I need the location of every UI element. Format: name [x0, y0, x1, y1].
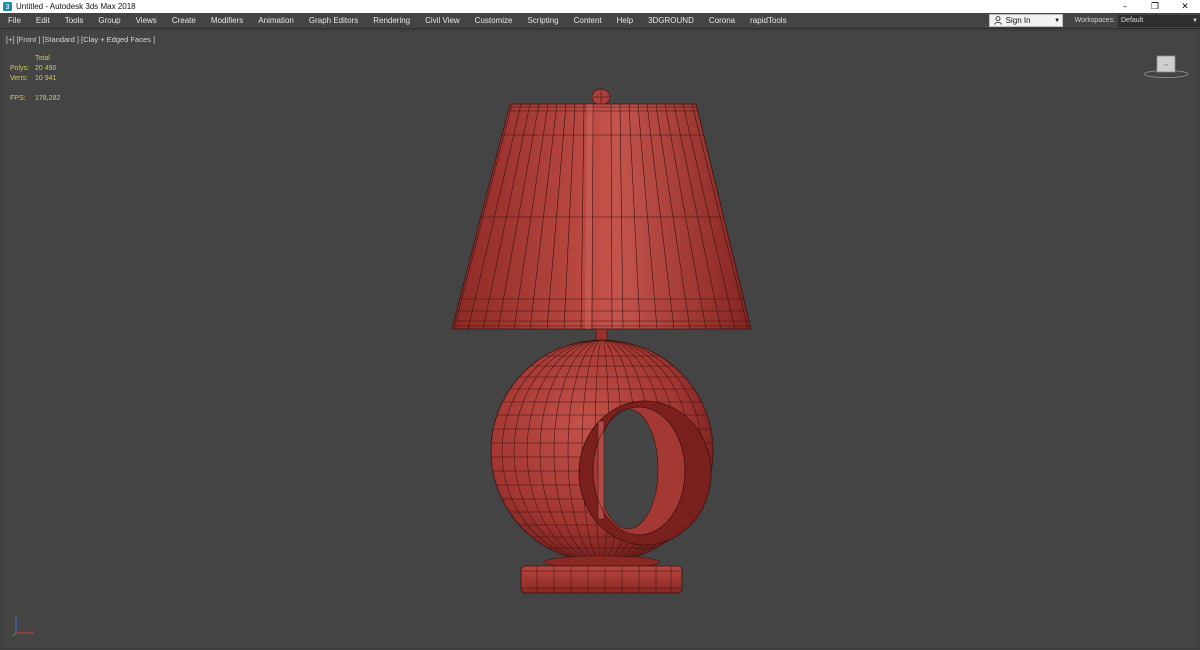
- menu-file[interactable]: File: [0, 16, 29, 25]
- chevron-down-icon: ▼: [1054, 17, 1061, 24]
- axis-tripod-icon: [10, 613, 40, 641]
- lamp-finial: [591, 88, 611, 106]
- menu-create[interactable]: Create: [165, 16, 204, 25]
- sign-in-label: Sign In: [1005, 16, 1031, 25]
- menu-customize[interactable]: Customize: [468, 16, 521, 25]
- viewcube-icon[interactable]: ▪▪▪: [1142, 53, 1190, 79]
- svg-text:3: 3: [6, 4, 10, 11]
- menu-content[interactable]: Content: [567, 16, 610, 25]
- menu-3dground[interactable]: 3DGROUND: [641, 16, 702, 25]
- title-bar: 3 Untitled - Autodesk 3ds Max 2018 – ❐ ✕: [0, 0, 1200, 13]
- menu-civil-view[interactable]: Civil View: [418, 16, 468, 25]
- menu-rendering[interactable]: Rendering: [366, 16, 418, 25]
- menu-tools[interactable]: Tools: [58, 16, 92, 25]
- menu-views[interactable]: Views: [129, 16, 165, 25]
- menu-animation[interactable]: Animation: [251, 16, 302, 25]
- workspaces-select[interactable]: Default ▼: [1118, 14, 1200, 27]
- svg-text:▪▪▪: ▪▪▪: [1164, 62, 1169, 67]
- menu-graph-editors[interactable]: Graph Editors: [302, 16, 366, 25]
- menu-modifiers[interactable]: Modifiers: [204, 16, 251, 25]
- lamp-base: [520, 555, 683, 594]
- menu-help[interactable]: Help: [610, 16, 641, 25]
- lamp-shade: [451, 103, 752, 330]
- sign-in-button[interactable]: Sign In ▼: [988, 14, 1063, 27]
- restore-button[interactable]: ❐: [1140, 0, 1170, 13]
- lamp-sphere-body: [490, 339, 714, 563]
- viewport-front[interactable]: [+] [Front ] [Standard ] [Clay + Edged Face…: [1, 30, 1199, 649]
- workspaces-value: Default: [1121, 17, 1144, 24]
- workspaces-label: Workspaces:: [1074, 17, 1115, 24]
- chevron-down-icon: ▼: [1192, 17, 1198, 24]
- 3dsmax-logo-icon: 3: [3, 2, 12, 11]
- menu-bar: File Edit Tools Group Views Create Modif…: [0, 13, 1200, 29]
- menu-scripting[interactable]: Scripting: [520, 16, 566, 25]
- menu-corona[interactable]: Corona: [702, 16, 743, 25]
- menu-rapidtools[interactable]: rapidTools: [743, 16, 794, 25]
- menu-group[interactable]: Group: [91, 16, 128, 25]
- minimize-button[interactable]: –: [1110, 0, 1140, 13]
- lamp-model[interactable]: [2, 31, 1198, 648]
- menu-edit[interactable]: Edit: [29, 16, 58, 25]
- person-icon: [992, 16, 1004, 25]
- close-button[interactable]: ✕: [1170, 0, 1200, 13]
- window-title: Untitled - Autodesk 3ds Max 2018: [16, 2, 136, 11]
